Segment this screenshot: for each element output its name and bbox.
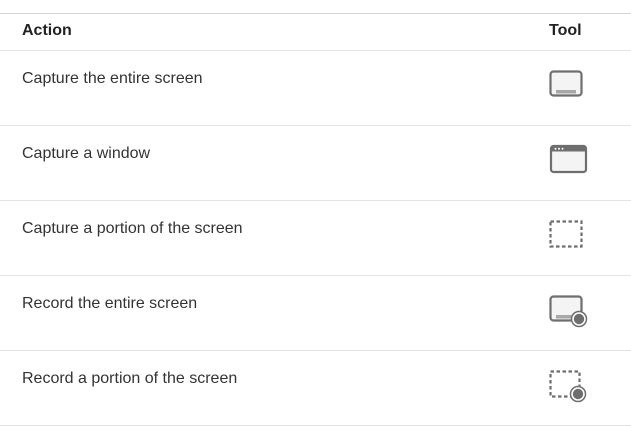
action-label: Record the entire screen xyxy=(22,295,198,312)
record-portion-icon xyxy=(548,369,590,403)
tool-column-header: Tool xyxy=(549,22,582,39)
table-row: Capture a portion of the screen xyxy=(0,201,631,276)
table-row: Capture the entire screen xyxy=(0,51,631,126)
action-label: Capture a portion of the screen xyxy=(22,220,243,237)
action-column-header: Action xyxy=(22,22,72,39)
action-label: Capture a window xyxy=(22,145,151,162)
table-row: Record a portion of the screen xyxy=(0,351,631,426)
capture-portion-icon xyxy=(548,219,590,253)
record-entire-screen-icon xyxy=(548,294,590,328)
table-row: Record the entire screen xyxy=(0,276,631,351)
table-row: Capture a window xyxy=(0,126,631,201)
table-header-row: Action Tool xyxy=(0,14,631,51)
screenshot-tools-table: Action Tool Capture the entire screen Ca… xyxy=(0,0,631,445)
action-label: Capture the entire screen xyxy=(22,70,203,87)
capture-entire-screen-icon xyxy=(548,69,590,103)
action-label: Record a portion of the screen xyxy=(22,370,238,387)
capture-window-icon xyxy=(548,144,590,178)
